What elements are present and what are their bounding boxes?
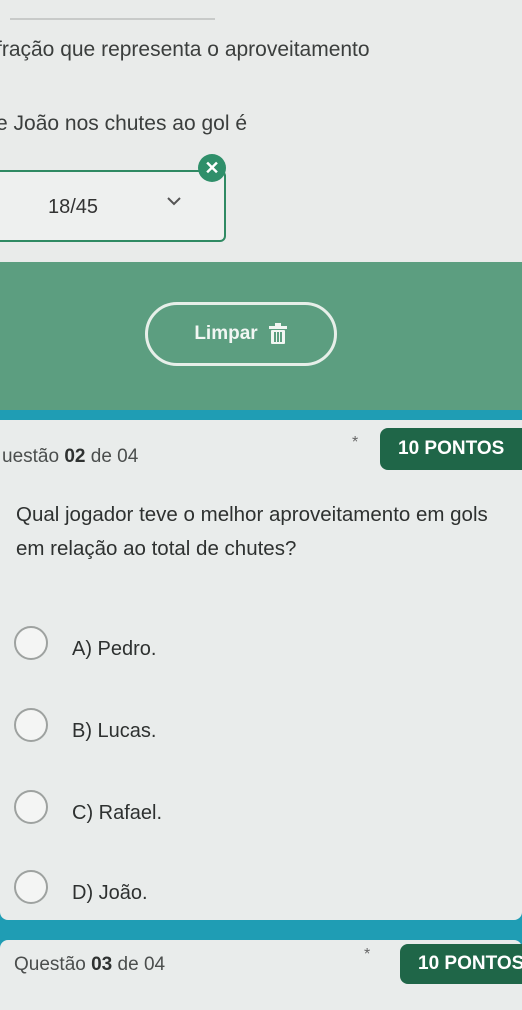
option-label: D) João.	[72, 882, 148, 904]
option-c[interactable]: C) Rafael.	[0, 786, 522, 846]
question-label-prefix: Questão	[14, 954, 86, 975]
radio-button[interactable]	[14, 708, 48, 742]
clear-button-label: Limpar	[194, 323, 258, 344]
star-icon: *	[352, 434, 359, 451]
question-number: 03	[91, 954, 113, 975]
radio-button[interactable]	[14, 790, 48, 824]
question3-card: Questão 03 de 04 * 10 PONTOS	[0, 940, 522, 1010]
option-label: A) Pedro.	[72, 638, 157, 660]
points-badge: 10 PONTOS	[400, 944, 522, 984]
close-icon: ✕	[198, 154, 226, 182]
clear-button[interactable]: Limpar	[145, 302, 337, 366]
option-b[interactable]: B) Lucas.	[0, 704, 522, 764]
option-label: C) Rafael.	[72, 802, 163, 824]
question-total: de 04	[90, 446, 139, 467]
answer-select[interactable]: 18/45	[0, 170, 226, 242]
question2-label: uestão 02 de 04	[2, 446, 138, 468]
question-number: 02	[64, 446, 86, 467]
option-d[interactable]: D) João.	[0, 866, 522, 926]
trash-icon	[268, 323, 287, 344]
question1-footer: Limpar	[0, 262, 522, 410]
chevron-down-icon	[167, 197, 181, 206]
option-label: B) Lucas.	[72, 720, 157, 742]
question3-label: Questão 03 de 04	[14, 954, 165, 976]
question2-text: Qual jogador teve o melhor aproveitament…	[16, 503, 488, 560]
star-icon: *	[364, 946, 371, 963]
points-badge: 10 PONTOS	[380, 428, 522, 470]
option-a[interactable]: A) Pedro.	[0, 622, 522, 682]
question2-card: uestão 02 de 04 * 10 PONTOS Qual jogador…	[0, 420, 522, 920]
question-label-prefix: uestão	[2, 446, 60, 467]
answer-select-value: 18/45	[48, 196, 99, 218]
radio-button[interactable]	[14, 870, 48, 904]
radio-button[interactable]	[14, 626, 48, 660]
question1-text-line1: fração que representa o aproveitamento	[0, 38, 370, 61]
divider	[10, 8, 215, 20]
question1-text-line2: e João nos chutes ao gol é	[0, 112, 248, 135]
question1-card: fração que representa o aproveitamento e…	[0, 0, 522, 262]
question-total: de 04	[117, 954, 166, 975]
